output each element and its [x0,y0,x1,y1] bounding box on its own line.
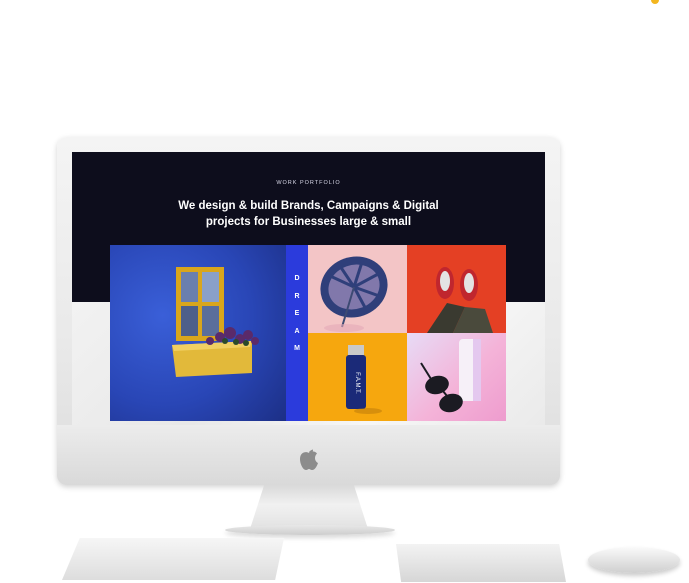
blue-wall-window-image [172,267,259,377]
portfolio-tile-leaf[interactable] [308,245,407,333]
portfolio-grid: D R E A M F.A.M.T. [110,245,506,421]
imac-stand-base [225,525,395,535]
monstera-leaf-image [320,256,388,332]
dream-wordmark: D R E A M [286,270,308,358]
dream-letter: E [294,310,300,317]
trackpad [396,544,566,582]
apple-logo-icon [300,449,318,470]
dream-letter: R [294,292,300,300]
section-eyebrow: WORK PORTFOLIO [276,180,341,186]
headline-line-1: We design & build Brands, Campaigns & Di… [178,200,439,212]
portfolio-tile-blue-wall[interactable] [110,245,286,421]
keyboard [62,538,284,580]
portfolio-tile-glasses[interactable] [407,333,506,421]
dream-letter: D [294,275,300,282]
headline-line-2: projects for Businesses large & small [205,216,412,228]
lighter-image: F.A.M.T. [346,345,382,414]
dream-letter: A [294,327,300,335]
mouse [588,547,680,573]
screen: WORK PORTFOLIO We design & build Brands,… [72,152,545,425]
imac-stand-neck [250,485,368,529]
red-shoes-image [427,267,493,333]
lighter-brand-label: F.A.M.T. [354,372,360,394]
corner-accent [651,0,659,4]
hero-headline: We design & build Brands, Campaigns & Di… [132,198,485,230]
dream-letter: M [294,345,300,352]
sunglasses-image [420,339,481,413]
portfolio-tile-shoes[interactable] [407,245,506,333]
portfolio-tile-lighter[interactable]: F.A.M.T. [308,333,407,421]
portfolio-tile-dream[interactable]: D R E A M [286,245,308,421]
